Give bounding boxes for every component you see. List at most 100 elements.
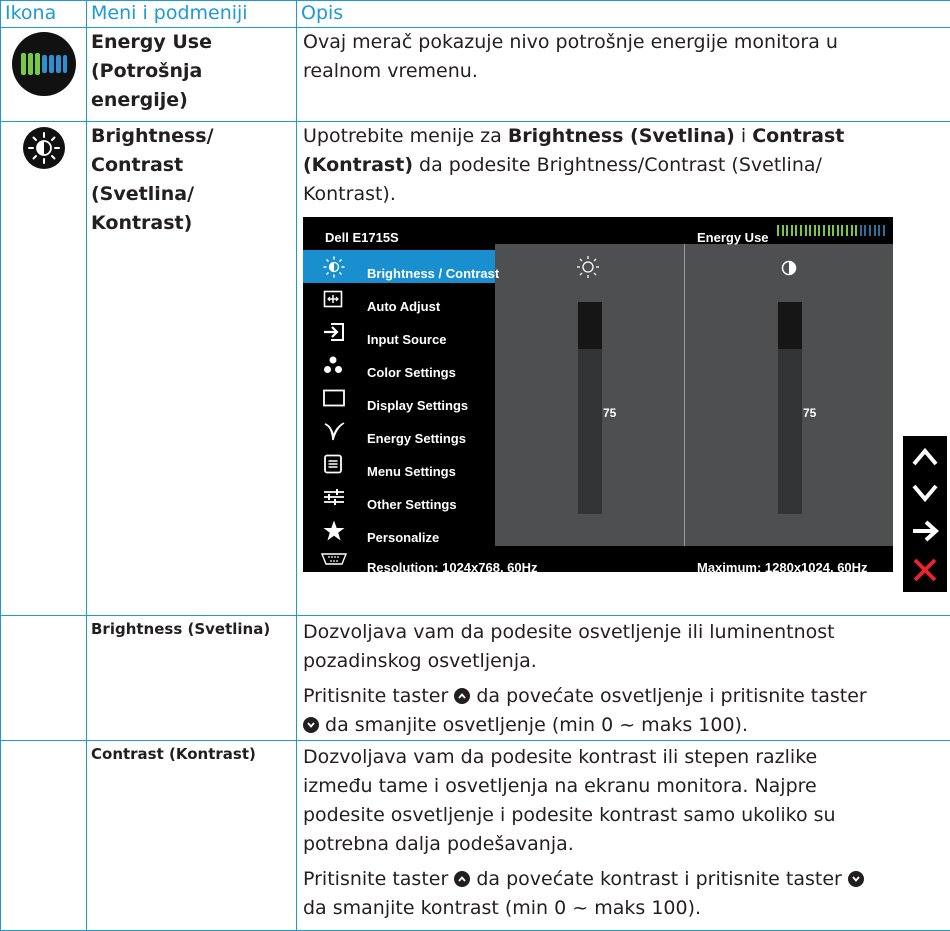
display-settings-icon — [323, 388, 343, 408]
desc-cell-brightness: Dozvoljava vam da podesite osvetljenje i… — [297, 616, 950, 741]
energy-meter-segment — [860, 225, 862, 236]
menu-label: (Potrošnja — [91, 57, 292, 86]
auto-adjust-icon — [323, 289, 343, 309]
energy-meter-segment — [791, 225, 793, 236]
osd-menu-item[interactable]: Color Settings — [303, 349, 495, 382]
menu-cell-contrast: Contrast (Kontrast) — [87, 741, 297, 931]
contrast-icon — [781, 260, 797, 276]
brightness-contrast-icon — [22, 126, 66, 170]
desc-text: podesite osvetljenje i podesite kontrast… — [303, 801, 944, 830]
table-row-contrast: Contrast (Kontrast) Dozvoljava vam da po… — [1, 741, 950, 931]
brightness-value: 75 — [603, 399, 616, 428]
desc-cell-brightness-contrast: Upotrebite menije za Brightness (Svetlin… — [297, 122, 950, 616]
osd-menu-item[interactable]: Auto Adjust — [303, 283, 495, 316]
energy-meter-segment — [864, 225, 866, 236]
icon-cell — [1, 616, 87, 741]
desc-text: Dozvoljava vam da podesite kontrast ili … — [303, 743, 944, 772]
menu-label: Energy Use — [91, 28, 292, 57]
energy-meter-segment — [846, 225, 848, 236]
osd-menu-item[interactable]: Energy Settings — [303, 415, 495, 448]
close-icon[interactable] — [909, 554, 941, 586]
energy-meter-segment — [855, 225, 857, 236]
energy-meter-segment — [883, 225, 885, 236]
osd-menu-item[interactable]: Personalize — [303, 514, 495, 547]
table-row-energy: Energy Use (Potrošnja energije) Ovaj mer… — [1, 28, 950, 122]
sun-icon — [323, 256, 343, 276]
menu-cell-energy: Energy Use (Potrošnja energije) — [87, 28, 297, 122]
energy-meter-segment — [786, 225, 788, 236]
energy-use-meter-icon — [11, 31, 77, 97]
energy-meter-segment — [800, 225, 802, 236]
desc-text: da smanjite kontrast (min 0 ~ maks 100). — [303, 894, 944, 923]
energy-meter-segment — [814, 225, 816, 236]
energy-meter-segment — [874, 225, 876, 236]
energy-meter-segment — [869, 225, 871, 236]
desc-text: Ovaj merač pokazuje nivo potrošnje energ… — [303, 28, 944, 57]
desc-cell-contrast: Dozvoljava vam da podesite kontrast ili … — [297, 741, 950, 931]
osd-menu-table: Ikona Meni i podmeniji Opis Energy Use (… — [0, 0, 950, 931]
osd-energy-meter — [777, 225, 889, 236]
energy-meter-segment — [818, 225, 820, 236]
star-icon — [323, 520, 343, 540]
menu-cell-brightness-contrast: Brightness/ Contrast (Svetlina/ Kontrast… — [87, 122, 297, 616]
desc-text: (Kontrast) da podesite Brightness/Contra… — [303, 151, 944, 180]
desc-text: između tame i osvetljenja na ekranu moni… — [303, 772, 944, 801]
down-button-icon — [303, 717, 319, 733]
energy-meter-segment — [823, 225, 825, 236]
osd-energy-label: Energy Use — [697, 223, 769, 252]
energy-meter-segment — [795, 225, 797, 236]
icon-cell — [1, 28, 87, 122]
input-source-icon — [323, 322, 343, 342]
menu-cell-brightness: Brightness (Svetlina) — [87, 616, 297, 741]
energy-meter-segment — [832, 225, 834, 236]
energy-meter-segment — [851, 225, 853, 236]
contrast-value: 75 — [803, 399, 816, 428]
energy-meter-segment — [805, 225, 807, 236]
icon-cell — [1, 122, 87, 616]
table-header-row: Ikona Meni i podmeniji Opis — [1, 1, 950, 28]
osd-menu-item[interactable]: Input Source — [303, 316, 495, 349]
energy-meter-segment — [828, 225, 830, 236]
manual-page: Ikona Meni i podmeniji Opis Energy Use (… — [0, 0, 950, 916]
energy-meter-segment — [777, 225, 779, 236]
energy-meter-segment — [782, 225, 784, 236]
energy-meter-segment — [809, 225, 811, 236]
down-button-icon — [848, 871, 864, 887]
desc-cell-energy: Ovaj merač pokazuje nivo potrošnje energ… — [297, 28, 950, 122]
energy-settings-icon — [323, 421, 343, 441]
osd-screenshot: Dell E1715S Energy Use Brightness / Cont… — [303, 217, 893, 572]
menu-label: (Svetlina/ — [91, 180, 292, 209]
menu-label: energije) — [91, 86, 292, 115]
desc-text: Upotrebite menije za Brightness (Svetlin… — [303, 122, 944, 151]
desc-text: Pritisnite taster da povećate osvetljenj… — [303, 682, 944, 711]
osd-divider — [684, 244, 685, 546]
energy-meter-segment — [837, 225, 839, 236]
down-arrow-icon[interactable] — [909, 478, 941, 508]
desc-text: potrebna dalja podešavanja. — [303, 830, 944, 859]
osd-bottom-bar: Resolution: 1024x768, 60Hz Maximum: 1280… — [303, 546, 893, 572]
desc-text: Dozvoljava vam da podesite osvetljenje i… — [303, 618, 944, 647]
header-menu: Meni i podmeniji — [87, 1, 297, 28]
osd-menu-item[interactable]: Brightness / Contrast — [303, 250, 495, 283]
up-arrow-icon[interactable] — [909, 442, 941, 472]
right-arrow-icon[interactable] — [909, 516, 941, 546]
menu-label: Brightness/ — [91, 122, 292, 151]
menu-settings-icon — [323, 454, 343, 474]
up-button-icon — [454, 688, 470, 704]
table-row-brightness: Brightness (Svetlina) Dozvoljava vam da … — [1, 616, 950, 741]
menu-label: Contrast (Kontrast) — [91, 741, 292, 768]
menu-label: Contrast — [91, 151, 292, 180]
table-row-brightness-contrast: Brightness/ Contrast (Svetlina/ Kontrast… — [1, 122, 950, 616]
header-desc: Opis — [297, 1, 950, 28]
other-settings-icon — [323, 487, 343, 507]
contrast-slider[interactable] — [778, 302, 802, 514]
osd-menu-item[interactable]: Menu Settings — [303, 448, 495, 481]
brightness-slider[interactable] — [578, 302, 602, 514]
osd-menu-item[interactable]: Other Settings — [303, 481, 495, 514]
vga-connector-icon — [321, 552, 347, 566]
osd-menu-item[interactable]: Display Settings — [303, 382, 495, 415]
color-settings-icon — [323, 355, 343, 375]
brightness-slider-remaining — [578, 302, 602, 349]
desc-text: pozadinskog osvetljenja. — [303, 647, 944, 676]
desc-text: Kontrast). — [303, 180, 944, 209]
